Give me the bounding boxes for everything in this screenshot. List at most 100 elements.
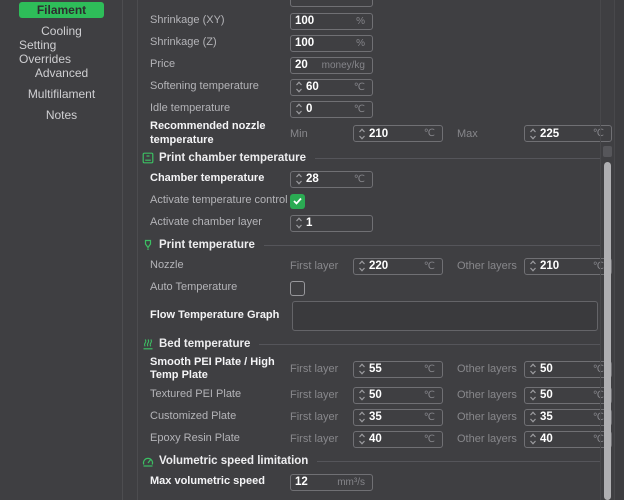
setting-label: Textured PEI Plate	[150, 388, 290, 401]
sidebar-item-advanced[interactable]: Advanced	[19, 65, 104, 81]
textured-pei-first-layer-input[interactable]: 50 ℃	[353, 387, 443, 404]
spinner-icon[interactable]	[295, 217, 303, 229]
spinner-icon[interactable]	[529, 389, 537, 401]
input-value: 50	[369, 389, 424, 401]
setting-row: Idle temperature 0 ℃	[138, 98, 614, 120]
setting-row: Softening temperature 60 ℃	[138, 76, 614, 98]
input-unit: %	[356, 38, 365, 49]
epoxy-resin-first-layer-input[interactable]: 40 ℃	[353, 431, 443, 448]
nozzle-first-layer-input[interactable]: 220 ℃	[353, 258, 443, 275]
input-unit: ℃	[424, 128, 435, 139]
other-layers-label: Other layers	[457, 411, 524, 423]
spinner-icon[interactable]	[295, 173, 303, 185]
input-unit: money/kg	[322, 60, 365, 71]
input-unit: ℃	[354, 104, 365, 115]
setting-row: Recommended nozzle temperature Min 210 ℃…	[138, 120, 614, 147]
price-input[interactable]: 20 money/kg	[290, 57, 373, 74]
input-value: 100	[295, 15, 356, 27]
spinner-icon[interactable]	[358, 260, 366, 272]
input-value: 210	[369, 128, 424, 140]
shrinkage-xy-input[interactable]: 100 %	[290, 13, 373, 30]
first-layer-label: First layer	[290, 260, 353, 272]
section-title: Volumetric speed limitation	[159, 455, 308, 467]
section-header-print-temperature: Print temperature	[138, 234, 614, 255]
nozzle-temp-min-input[interactable]: 210 ℃	[353, 125, 443, 142]
spinner-icon[interactable]	[358, 363, 366, 375]
spinner-icon[interactable]	[529, 363, 537, 375]
shrinkage-z-input[interactable]: 100 %	[290, 35, 373, 52]
activate-temperature-control-checkbox[interactable]	[290, 194, 305, 209]
spinner-icon[interactable]	[358, 433, 366, 445]
chamber-temperature-input[interactable]: 28 ℃	[290, 171, 373, 188]
section-title: Bed temperature	[159, 338, 250, 350]
input-unit: ℃	[424, 390, 435, 401]
setting-label: Recommended nozzle temperature	[150, 120, 290, 146]
setting-label: Epoxy Resin Plate	[150, 432, 290, 445]
activate-chamber-layer-input[interactable]: 1	[290, 215, 373, 232]
other-layers-label: Other layers	[457, 260, 524, 272]
smooth-pei-other-layers-input[interactable]: 50 ℃	[524, 361, 612, 378]
max-volumetric-speed-input[interactable]: 12 mm³/s	[290, 474, 373, 491]
input-unit: ℃	[593, 128, 604, 139]
input-unit: ℃	[593, 364, 604, 375]
spinner-icon[interactable]	[529, 128, 537, 140]
textured-pei-other-layers-input[interactable]: 50 ℃	[524, 387, 612, 404]
scrollbar-thumb[interactable]	[604, 162, 611, 500]
sidebar-item-setting-overrides[interactable]: Setting Overrides	[19, 44, 104, 60]
input-value: 50	[540, 363, 593, 375]
section-rule	[264, 245, 600, 246]
setting-row: Activate chamber layer 1	[138, 212, 614, 234]
other-layers-label: Other layers	[457, 363, 524, 375]
spinner-icon[interactable]	[295, 81, 303, 93]
softening-temperature-input[interactable]: 60 ℃	[290, 79, 373, 96]
nozzle-temp-max-input[interactable]: 225 ℃	[524, 125, 612, 142]
first-layer-label: First layer	[290, 411, 353, 423]
scroll-track-edge	[600, 0, 601, 500]
other-layers-label: Other layers	[457, 433, 524, 445]
customized-plate-other-layers-input[interactable]: 35 ℃	[524, 409, 612, 426]
nozzle-other-layers-input[interactable]: 210 ℃	[524, 258, 612, 275]
sidebar-item-notes[interactable]: Notes	[19, 107, 104, 123]
input-value: 40	[369, 433, 424, 445]
input-unit: ℃	[593, 390, 604, 401]
setting-label: Activate chamber layer	[150, 216, 290, 229]
input-unit: ℃	[424, 261, 435, 272]
spinner-icon[interactable]	[358, 128, 366, 140]
setting-label: Auto Temperature	[150, 281, 290, 294]
section-header-bed-temperature: Bed temperature	[138, 333, 614, 354]
truncated-input-top[interactable]	[290, 0, 373, 7]
setting-row: Smooth PEI Plate / High Temp Plate First…	[138, 354, 614, 384]
section-rule	[315, 158, 600, 159]
other-layers-label: Other layers	[457, 389, 524, 401]
spinner-icon[interactable]	[529, 260, 537, 272]
spinner-icon[interactable]	[529, 411, 537, 423]
sidebar-item-cooling[interactable]: Cooling	[19, 23, 104, 39]
setting-row: Nozzle First layer 220 ℃ Other layers 21…	[138, 255, 614, 277]
input-unit: mm³/s	[337, 477, 365, 488]
volumetric-speed-icon	[142, 455, 154, 467]
filament-settings-window: Filament Cooling Setting Overrides Advan…	[0, 0, 624, 500]
input-value: 20	[295, 59, 322, 71]
spinner-icon[interactable]	[358, 389, 366, 401]
smooth-pei-first-layer-input[interactable]: 55 ℃	[353, 361, 443, 378]
setting-row: Auto Temperature	[138, 277, 614, 299]
spinner-icon[interactable]	[358, 411, 366, 423]
idle-temperature-input[interactable]: 0 ℃	[290, 101, 373, 118]
input-value: 50	[540, 389, 593, 401]
sidebar-item-multifilament[interactable]: Multifilament	[19, 86, 104, 102]
auto-temperature-checkbox[interactable]	[290, 281, 305, 296]
input-unit: ℃	[424, 434, 435, 445]
customized-plate-first-layer-input[interactable]: 35 ℃	[353, 409, 443, 426]
sidebar-item-filament[interactable]: Filament	[19, 2, 104, 18]
spinner-icon[interactable]	[529, 433, 537, 445]
input-value: 220	[369, 260, 424, 272]
input-value: 0	[306, 103, 354, 115]
setting-row: Chamber temperature 28 ℃	[138, 168, 614, 190]
spinner-icon[interactable]	[295, 103, 303, 115]
epoxy-resin-other-layers-input[interactable]: 40 ℃	[524, 431, 612, 448]
flow-temperature-graph[interactable]	[292, 301, 598, 331]
setting-label: Softening temperature	[150, 80, 290, 93]
setting-label: Shrinkage (Z)	[150, 36, 290, 49]
input-value: 55	[369, 363, 424, 375]
setting-row: Max volumetric speed 12 mm³/s	[138, 471, 614, 493]
